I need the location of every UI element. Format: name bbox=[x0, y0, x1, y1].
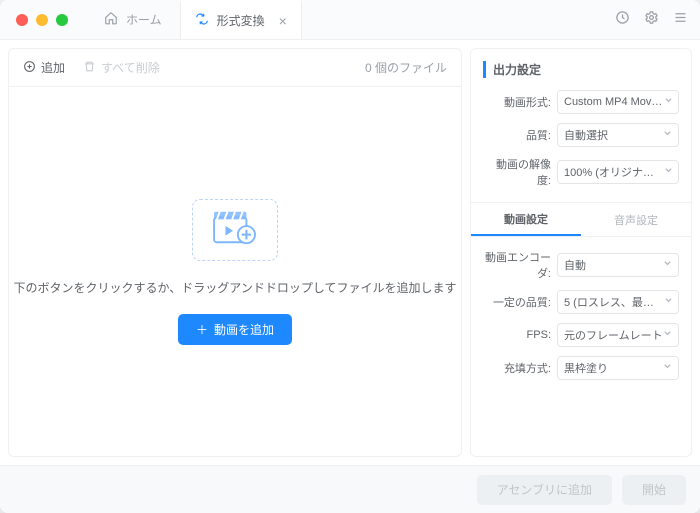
convert-tab[interactable]: 形式変換 × bbox=[180, 0, 302, 39]
encoder-value: 自動 bbox=[564, 257, 586, 273]
quality-label: 品質: bbox=[483, 127, 551, 143]
tab-video-settings[interactable]: 動画設定 bbox=[471, 203, 581, 236]
plus-icon bbox=[23, 60, 36, 76]
chevron-down-icon bbox=[663, 259, 672, 271]
resolution-value: 100% (オリジナルア... bbox=[564, 164, 664, 180]
chevron-down-icon bbox=[664, 296, 672, 308]
home-tab-label: ホーム bbox=[126, 11, 162, 28]
home-tab[interactable]: ホーム bbox=[86, 0, 180, 39]
tab-close-button[interactable]: × bbox=[279, 13, 287, 29]
delete-all-button: すべて削除 bbox=[83, 59, 160, 76]
start-button[interactable]: 開始 bbox=[622, 475, 686, 505]
chevron-down-icon bbox=[664, 166, 672, 178]
chevron-down-icon bbox=[664, 96, 672, 108]
menu-icon[interactable] bbox=[673, 10, 688, 30]
cq-select[interactable]: 5 (ロスレス、最大サ... bbox=[557, 290, 679, 314]
home-icon bbox=[104, 11, 118, 28]
drop-frame bbox=[192, 199, 278, 261]
output-settings-card: 出力設定 動画形式: Custom MP4 Movie(... 品質: 自動選択 bbox=[470, 48, 692, 457]
file-count: 0 個のファイル bbox=[365, 59, 447, 76]
footer: アセンブリに追加 開始 bbox=[0, 465, 700, 513]
format-select[interactable]: Custom MP4 Movie(... bbox=[557, 90, 679, 114]
content-area: 追加 すべて削除 0 個のファイル bbox=[0, 40, 700, 465]
fill-select[interactable]: 黒枠塗り bbox=[557, 356, 679, 380]
close-window-button[interactable] bbox=[16, 14, 28, 26]
history-icon[interactable] bbox=[615, 10, 630, 30]
add-video-label: 動画を追加 bbox=[214, 321, 274, 338]
plus-icon: ＋ bbox=[196, 321, 208, 338]
fill-label: 充填方式: bbox=[483, 360, 551, 376]
convert-tab-label: 形式変換 bbox=[217, 12, 265, 29]
output-settings-title: 出力設定 bbox=[483, 61, 679, 78]
clapperboard-icon bbox=[212, 207, 258, 252]
fps-select[interactable]: 元のフレームレート bbox=[557, 323, 679, 347]
drop-zone[interactable]: 下のボタンをクリックするか、ドラッグアンドドロップしてファイルを追加します ＋ … bbox=[9, 87, 461, 456]
drop-instruction: 下のボタンをクリックするか、ドラッグアンドドロップしてファイルを追加します bbox=[14, 279, 457, 296]
convert-icon bbox=[195, 12, 209, 29]
fps-value: 元のフレームレート bbox=[564, 327, 663, 343]
main-panel: 追加 すべて削除 0 個のファイル bbox=[8, 48, 462, 457]
resolution-select[interactable]: 100% (オリジナルア... bbox=[557, 160, 679, 184]
zoom-window-button[interactable] bbox=[56, 14, 68, 26]
chevron-down-icon bbox=[663, 129, 672, 141]
quality-select[interactable]: 自動選択 bbox=[557, 123, 679, 147]
format-value: Custom MP4 Movie(... bbox=[564, 96, 664, 108]
quality-value: 自動選択 bbox=[564, 127, 608, 143]
fps-label: FPS: bbox=[483, 329, 551, 341]
add-label: 追加 bbox=[41, 59, 65, 76]
chevron-down-icon bbox=[663, 362, 672, 374]
window-controls bbox=[16, 14, 68, 26]
tab-audio-settings[interactable]: 音声設定 bbox=[581, 203, 691, 236]
cq-value: 5 (ロスレス、最大サ... bbox=[564, 294, 664, 310]
add-video-button[interactable]: ＋ 動画を追加 bbox=[178, 314, 292, 345]
app-window: ホーム 形式変換 × 追加 すべて削 bbox=[0, 0, 700, 513]
resolution-label: 動画の解像度: bbox=[483, 156, 551, 188]
side-panel: 出力設定 動画形式: Custom MP4 Movie(... 品質: 自動選択 bbox=[470, 48, 692, 457]
cq-label: 一定の品質: bbox=[483, 294, 551, 310]
encoder-select[interactable]: 自動 bbox=[557, 253, 679, 277]
toolbar: 追加 すべて削除 0 個のファイル bbox=[9, 49, 461, 87]
encoder-label: 動画エンコーダ: bbox=[483, 249, 551, 281]
add-button[interactable]: 追加 bbox=[23, 59, 65, 76]
format-label: 動画形式: bbox=[483, 94, 551, 110]
titlebar: ホーム 形式変換 × bbox=[0, 0, 700, 40]
fill-value: 黒枠塗り bbox=[564, 360, 608, 376]
gear-icon[interactable] bbox=[644, 10, 659, 30]
minimize-window-button[interactable] bbox=[36, 14, 48, 26]
sub-tabbar: 動画設定 音声設定 bbox=[471, 203, 691, 237]
chevron-down-icon bbox=[663, 329, 672, 341]
trash-icon bbox=[83, 60, 96, 76]
delete-all-label: すべて削除 bbox=[101, 59, 160, 76]
add-to-assembly-button[interactable]: アセンブリに追加 bbox=[477, 475, 612, 505]
